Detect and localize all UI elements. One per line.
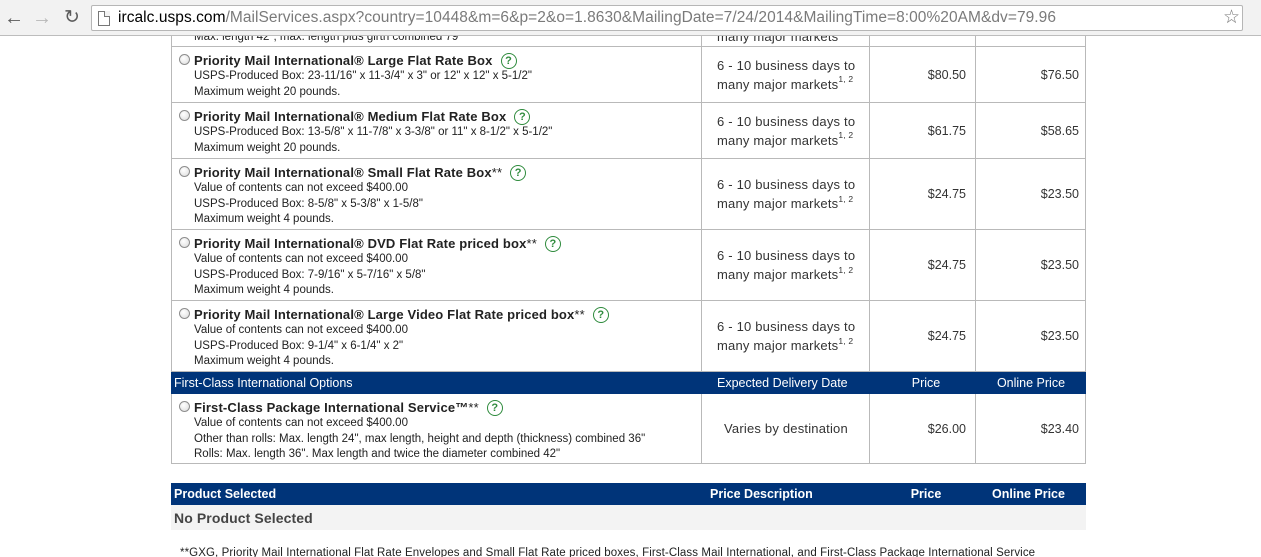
delivery-text: 6 - 10 business days to many major market… [717,113,856,148]
price-value: $80.50 [927,67,966,82]
product-selected-header: Product Selected Price Description Price… [171,483,1086,505]
first-class-header-title: First-Class International Options [174,376,353,390]
service-note: Maximum weight 4 pounds. [194,284,334,296]
help-question-icon[interactable]: ? [544,236,561,252]
help-question-icon[interactable]: ? [486,400,503,416]
help-question-icon[interactable]: ? [500,53,517,69]
service-note: Value of contents can not exceed $400.00 [194,182,408,194]
service-note: Value of contents can not exceed $400.00 [194,253,408,265]
no-product-selected: No Product Selected [171,505,1086,530]
service-note: USPS-Produced Box: 7-9/16" x 5-7/16" x 5… [194,268,426,281]
table-row-cutoff: Max. length 42", max. length plus girth … [171,36,1086,47]
service-note: Other than rolls: Max. length 24", max l… [194,432,646,445]
service-note: Value of contents can not exceed $400.00 [194,324,408,336]
price-value: $24.75 [927,187,966,201]
service-title: Priority Mail International® Large Video… [194,307,575,322]
radio-button[interactable] [179,308,190,319]
service-note: Maximum weight 20 pounds. [194,141,341,154]
radio-button[interactable] [179,401,190,412]
first-class-header: First-Class International Options Expect… [171,372,1086,394]
table-row: Priority Mail International® Small Flat … [171,159,1086,230]
product-selected-table: Product Selected Price Description Price… [171,483,1086,530]
delivery-text: Varies by destination [724,421,848,436]
service-title: Priority Mail International® Medium Flat… [194,109,507,124]
service-title: Priority Mail International® DVD Flat Ra… [194,236,527,251]
service-note: USPS-Produced Box: 23-11/16" x 11-3/4" x… [194,70,532,82]
price-value: $26.00 [927,421,966,436]
service-title: First-Class Package International Servic… [194,400,469,415]
service-note: USPS-Produced Box: 13-5/8" x 11-7/8" x 3… [194,126,553,138]
table-row: Priority Mail International® Large Video… [171,301,1086,372]
header-price: Price [910,487,942,501]
cutoff-delivery: many major markets [717,36,839,44]
header-product-selected: Product Selected [174,487,277,501]
service-note: Maximum weight 4 pounds. [194,355,334,367]
delivery-text: 6 - 10 business days to many major market… [717,248,856,282]
table-row: Priority Mail International® Large Flat … [171,47,1086,103]
service-note: Rolls: Max. length 36". Max length and t… [194,448,561,460]
forward-arrow-icon[interactable]: → [30,6,54,30]
delivery-text: 6 - 10 business days to many major market… [717,319,856,353]
service-title: Priority Mail International® Small Flat … [194,165,492,180]
radio-button[interactable] [179,110,190,121]
header-online-price: Online Price [992,487,1065,501]
radio-button[interactable] [179,166,190,177]
table-row: Priority Mail International® Medium Flat… [171,103,1086,159]
header-price-description: Price Description [710,487,813,501]
back-arrow-icon[interactable]: ← [2,6,26,30]
service-note: USPS-Produced Box: 9-1/4" x 6-1/4" x 2" [194,339,404,352]
header-online-price: Online Price [996,376,1066,390]
price-value: $61.75 [927,123,966,138]
service-title: Priority Mail International® Large Flat … [194,53,493,68]
radio-button[interactable] [179,54,190,65]
online-price-value: $76.50 [1040,67,1079,82]
online-price-value: $23.50 [1040,329,1079,343]
bookmark-star-icon[interactable]: ☆ [1223,6,1240,29]
rates-table: Max. length 42", max. length plus girth … [171,36,1086,464]
service-note: USPS-Produced Box: 8-5/8" x 5-3/8" x 1-5… [194,197,423,210]
online-price-value: $23.50 [1040,258,1079,272]
table-row-first-class: First-Class Package International Servic… [171,394,1086,464]
service-note: Value of contents can not exceed $400.00 [194,417,408,429]
cutoff-note: Max. length 42", max. length plus girth … [194,36,463,43]
delivery-text: 6 - 10 business days to many major market… [717,177,856,211]
help-question-icon[interactable]: ? [514,109,531,125]
online-price-value: $58.65 [1040,123,1079,138]
online-price-value: $23.40 [1040,421,1079,436]
url-text[interactable]: ircalc.usps.com/MailServices.aspx?countr… [118,9,1056,27]
help-question-icon[interactable]: ? [510,165,527,181]
reload-icon[interactable]: ↻ [60,6,84,30]
footnote: **GXG, Priority Mail International Flat … [180,547,1036,557]
help-question-icon[interactable]: ? [592,307,609,323]
radio-button[interactable] [179,237,190,248]
service-note: Maximum weight 4 pounds. [194,213,334,225]
page-icon [98,11,110,26]
delivery-text: 6 - 10 business days to many major market… [717,57,856,92]
price-value: $24.75 [927,258,966,272]
browser-toolbar: ← → ↻ ircalc.usps.com/MailServices.aspx?… [0,0,1261,36]
service-note: Maximum weight 20 pounds. [194,85,341,98]
table-row: Priority Mail International® DVD Flat Ra… [171,230,1086,301]
price-value: $24.75 [927,329,966,343]
header-price: Price [911,376,941,390]
header-delivery: Expected Delivery Date [717,376,848,390]
address-bar[interactable]: ircalc.usps.com/MailServices.aspx?countr… [91,5,1243,31]
online-price-value: $23.50 [1040,187,1079,201]
